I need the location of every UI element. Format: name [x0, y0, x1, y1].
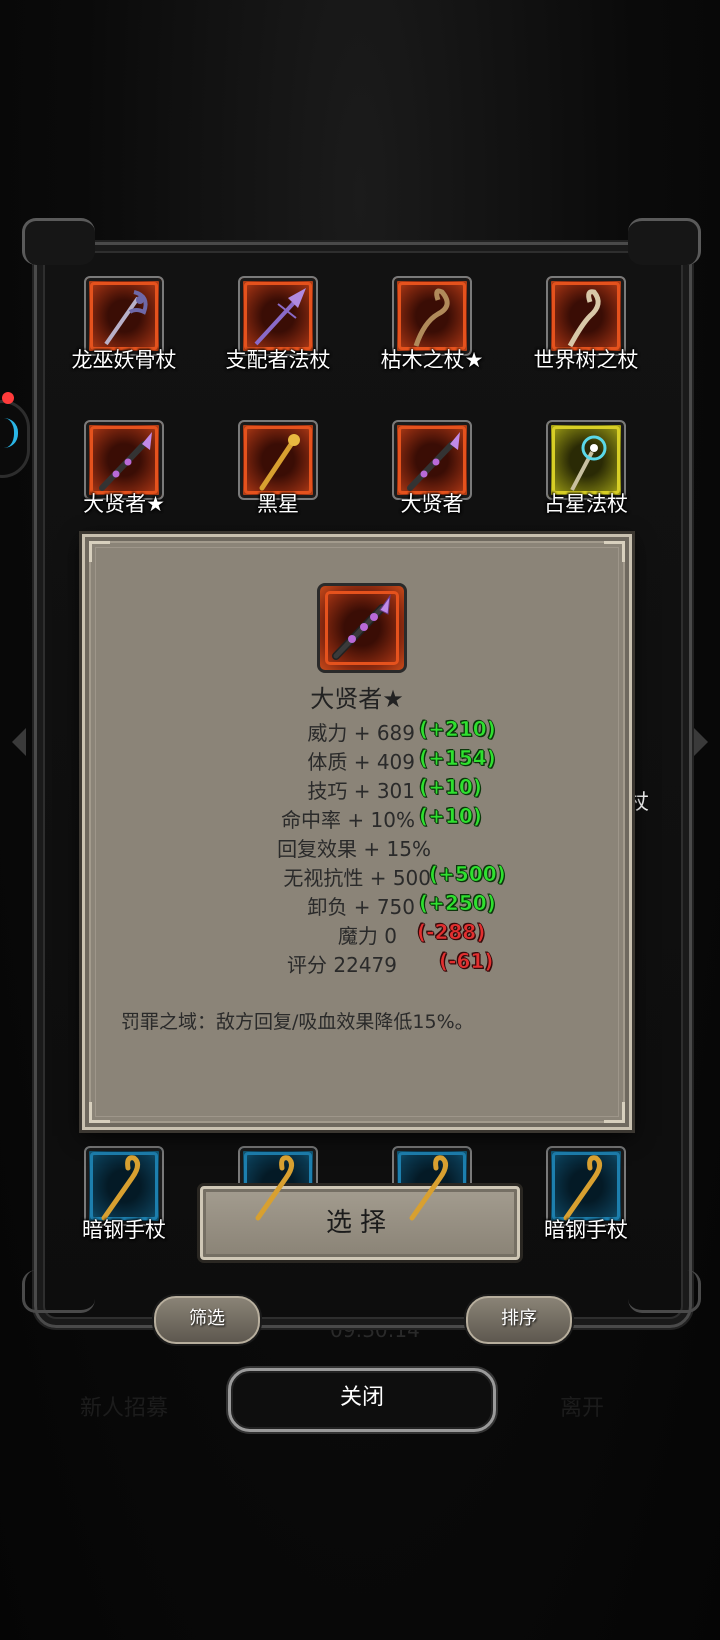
stat-row: 评分 22479 (-61): [85, 949, 629, 977]
close-button[interactable]: 关闭: [228, 1368, 496, 1432]
item-slot[interactable]: [392, 1146, 472, 1226]
stat-label: 评分 22479: [287, 953, 397, 977]
stat-row: 魔力 0 (-288): [85, 920, 629, 948]
stat-bonus: (-288): [417, 920, 486, 945]
stat-bonus: (+500): [429, 862, 506, 887]
stat-row: 卸负 + 750 (+250): [85, 891, 629, 919]
frame-ornament-right: [628, 218, 701, 265]
bone-staff-icon: [104, 290, 148, 346]
popup-corner-ornament: [89, 1102, 110, 1123]
stat-row: 回复效果 + 15%: [85, 833, 629, 861]
inventory-item[interactable]: 黑星: [208, 420, 348, 540]
skill-description: 罚罪之域：敌方回复/吸血效果降低15%。: [121, 1011, 474, 1033]
popup-corner-ornament: [604, 541, 625, 562]
inventory-item[interactable]: 龙巫妖骨杖: [54, 276, 194, 396]
stat-label: 体质 + 409: [307, 750, 415, 774]
page-left-arrow-icon[interactable]: [12, 728, 26, 756]
item-slot[interactable]: [238, 1146, 318, 1226]
stat-label: 威力 + 689: [307, 721, 415, 745]
popup-corner-ornament: [604, 1102, 625, 1123]
black-star-staff-icon: [259, 434, 300, 491]
stat-row: 威力 + 689 (+210): [85, 717, 629, 745]
filter-button[interactable]: 筛选: [154, 1296, 260, 1344]
popup-corner-ornament: [89, 541, 110, 562]
stat-label: 技巧 + 301: [307, 779, 415, 803]
dark-steel-cane-icon: [101, 1155, 140, 1221]
item-name-label: 大贤者: [400, 492, 464, 516]
stat-bonus: (+250): [419, 891, 496, 916]
item-name-label: 占星法杖: [544, 492, 628, 516]
detail-item-name: 大贤者★: [310, 685, 404, 713]
stat-row: 命中率 + 10% (+10): [85, 804, 629, 832]
stat-label: 命中率 + 10%: [281, 808, 415, 832]
stat-bonus: (+210): [419, 717, 496, 742]
inventory-item[interactable]: 大贤者★: [54, 420, 194, 540]
stat-label: 魔力 0: [337, 924, 397, 948]
item-name-label: 暗钢手杖: [82, 1218, 166, 1242]
stat-bonus: (+10): [419, 775, 482, 800]
stat-bonus: (-61): [439, 949, 494, 974]
stat-row: 技巧 + 301 (+10): [85, 775, 629, 803]
stat-label: 回复效果 + 15%: [277, 837, 431, 861]
dark-steel-cane-icon: [255, 1155, 294, 1221]
inventory-item[interactable]: 大贤者: [362, 420, 502, 540]
detail-item-slot: [317, 583, 407, 673]
item-name-label: 枯木之杖★: [380, 348, 484, 372]
item-name-label: 世界树之杖: [533, 348, 639, 372]
background-leave-button: 离开: [560, 1396, 605, 1421]
archsage-staff-icon: [407, 432, 460, 491]
stat-label: 卸负 + 750: [307, 895, 415, 919]
inventory-item[interactable]: 暗钢手杖: [516, 1146, 656, 1266]
inventory-item[interactable]: 支配者法杖: [208, 276, 348, 396]
withered-wood-staff-icon: [413, 288, 450, 347]
inventory-item[interactable]: 枯木之杖★: [362, 276, 502, 396]
world-tree-staff-icon: [567, 289, 601, 348]
frame-ornament-bottom-right: [628, 1270, 701, 1313]
dominator-staff-icon: [254, 288, 306, 346]
stat-row: 体质 + 409 (+154): [85, 746, 629, 774]
item-name-label: 黑星: [257, 492, 299, 516]
stat-label: 无视抗性 + 500: [283, 866, 431, 890]
inventory-item[interactable]: 世界树之杖: [516, 276, 656, 396]
stat-bonus: (+10): [419, 804, 482, 829]
stat-bonus: (+154): [419, 746, 496, 771]
inventory-item[interactable]: 占星法杖: [516, 420, 656, 540]
item-name-label: 暗钢手杖: [544, 1218, 628, 1242]
dark-steel-cane-icon: [563, 1155, 602, 1221]
astrology-staff-icon: [570, 435, 607, 491]
frame-ornament-bottom-left: [22, 1270, 95, 1313]
dark-steel-cane-icon: [409, 1155, 448, 1221]
item-name-label: 大贤者★: [83, 492, 165, 516]
notification-dot-icon: [2, 392, 14, 404]
sort-button[interactable]: 排序: [466, 1296, 572, 1344]
frame-ornament-left: [22, 218, 95, 265]
item-detail-popup: 大贤者★ 威力 + 689 (+210) 体质 + 409 (+154) 技巧 + 30…: [82, 534, 632, 1130]
archsage-staff-icon: [332, 594, 391, 660]
item-name-label: 支配者法杖: [225, 348, 331, 372]
stat-row: 无视抗性 + 500 (+500): [85, 862, 629, 890]
background-recruit-button: 新人招募: [80, 1396, 169, 1421]
archsage-staff-icon: [99, 432, 152, 491]
inventory-item[interactable]: 暗钢手杖: [54, 1146, 194, 1266]
item-name-label: 龙巫妖骨杖: [71, 348, 177, 372]
page-right-arrow-icon[interactable]: [694, 728, 708, 756]
